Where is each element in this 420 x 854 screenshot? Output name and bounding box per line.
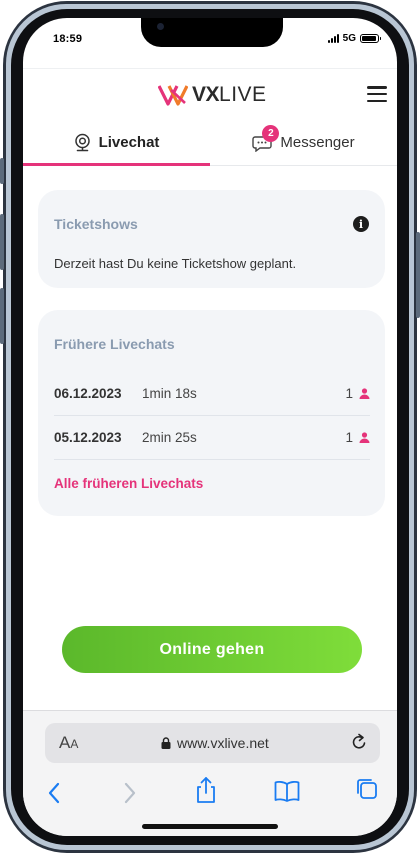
ticketshows-card: Ticketshows i Derzeit hast Du keine Tick… [38, 190, 385, 288]
front-camera [157, 23, 164, 30]
all-livechats-link[interactable]: Alle früheren Livechats [54, 476, 203, 491]
tabs-icon[interactable] [355, 777, 379, 806]
battery-icon [360, 34, 381, 43]
chat-bubbles-icon: 2 [252, 124, 280, 152]
logo-vx-text: VX [192, 83, 220, 106]
row-duration: 2min 25s [142, 430, 197, 445]
url-display: www.vxlive.net [161, 735, 269, 751]
app-header: VX LIVE [23, 68, 397, 120]
vx-logo-icon [158, 85, 188, 106]
logo-live-text: LIVE [219, 83, 267, 106]
share-icon[interactable] [195, 776, 217, 809]
power-button [416, 232, 420, 318]
address-bar[interactable]: AA www.vxlive.net [45, 723, 380, 763]
signal-icon [327, 34, 339, 43]
row-viewers: 1 [345, 386, 370, 401]
home-indicator [142, 824, 278, 829]
bookmarks-icon[interactable] [274, 780, 300, 807]
history-row[interactable]: 05.12.2023 2min 25s 1 [54, 416, 370, 460]
history-title: Frühere Livechats [54, 336, 175, 352]
info-icon[interactable]: i [353, 216, 369, 232]
history-card: Frühere Livechats 06.12.2023 1min 18s 1 … [38, 310, 385, 516]
row-date: 06.12.2023 [54, 386, 122, 401]
ticketshows-text: Derzeit hast Du keine Ticketshow geplant… [54, 256, 297, 271]
browser-toolbar [23, 775, 397, 811]
mute-switch [0, 158, 4, 184]
reload-icon[interactable] [350, 732, 368, 757]
messenger-badge: 2 [262, 124, 280, 142]
hamburger-menu-icon[interactable] [367, 86, 387, 102]
row-date: 05.12.2023 [54, 430, 122, 445]
forward-icon[interactable] [121, 781, 137, 810]
screen: 18:59 5G VX LIVE Livechat 2 Messenger Ti… [23, 18, 397, 836]
tab-livechat-label: Livechat [98, 134, 160, 151]
online-button[interactable]: Online gehen [62, 626, 362, 673]
back-icon[interactable] [47, 781, 63, 810]
url-text: www.vxlive.net [177, 735, 269, 751]
lock-icon [161, 737, 171, 749]
status-time: 18:59 [53, 33, 83, 45]
text-size-button[interactable]: AA [59, 733, 78, 753]
notch [141, 18, 283, 47]
history-row[interactable]: 06.12.2023 1min 18s 1 [54, 372, 370, 416]
network-label: 5G [342, 33, 356, 44]
vxlive-logo[interactable]: VX LIVE [158, 83, 267, 107]
status-bar: 18:59 5G [23, 18, 397, 66]
browser-bar: AA www.vxlive.net [23, 710, 397, 836]
row-viewers: 1 [345, 430, 370, 445]
user-icon [359, 432, 370, 443]
row-duration: 1min 18s [142, 386, 197, 401]
tab-messenger-label: Messenger [280, 134, 355, 151]
tab-livechat[interactable]: Livechat [23, 120, 210, 166]
row-count-value: 1 [345, 386, 353, 401]
user-icon [359, 388, 370, 399]
row-count-value: 1 [345, 430, 353, 445]
status-indicators: 5G [327, 33, 381, 44]
webcam-icon [74, 133, 91, 152]
volume-down-button [0, 288, 4, 344]
tab-bar: Livechat 2 Messenger [23, 120, 397, 166]
tab-messenger[interactable]: 2 Messenger [210, 120, 397, 165]
volume-up-button [0, 214, 4, 270]
ticketshows-title: Ticketshows [54, 216, 138, 232]
